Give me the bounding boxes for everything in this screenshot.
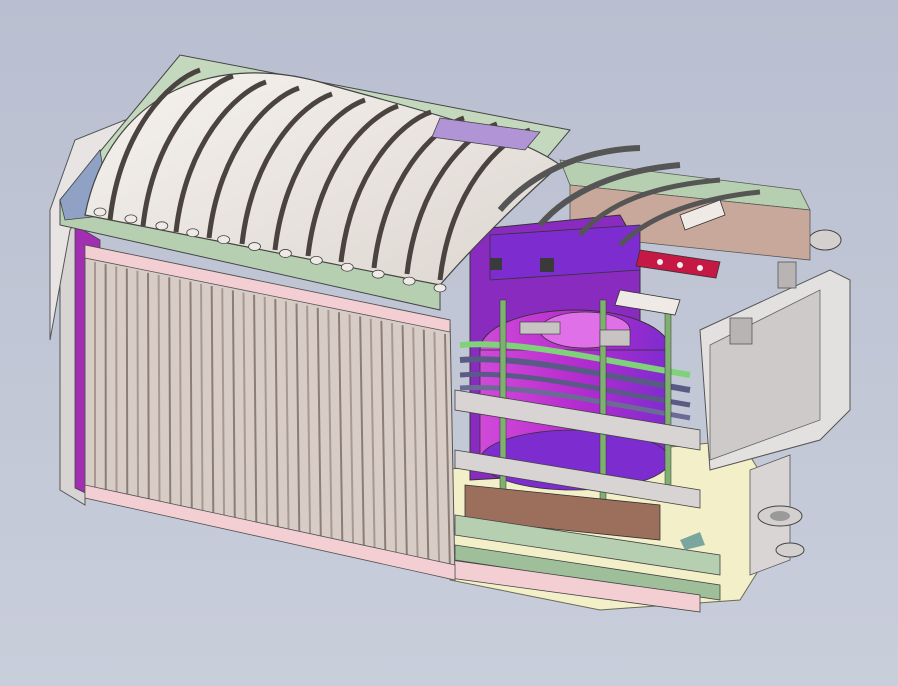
lifting-lug — [217, 235, 231, 245]
radiator-fin — [189, 281, 193, 517]
cad-viewport[interactable] — [0, 0, 898, 686]
lifting-lug — [402, 276, 416, 286]
lifting-lug — [124, 214, 138, 224]
lifting-lug — [309, 255, 323, 265]
radiator-fin — [168, 277, 172, 512]
lifting-lug — [155, 221, 169, 231]
lifting-lug — [340, 262, 354, 272]
lifting-lug — [186, 228, 200, 238]
radiator-fin — [136, 270, 140, 505]
lifting-lug — [93, 207, 107, 217]
radiator-fin — [157, 275, 161, 510]
radiator-fin — [178, 279, 183, 514]
transformer-3d-model — [0, 0, 898, 686]
lifting-lug — [433, 283, 447, 293]
lifting-lug — [248, 242, 261, 251]
radiator-fin — [147, 272, 150, 507]
lifting-lug — [371, 269, 385, 279]
lifting-lug — [279, 249, 292, 258]
